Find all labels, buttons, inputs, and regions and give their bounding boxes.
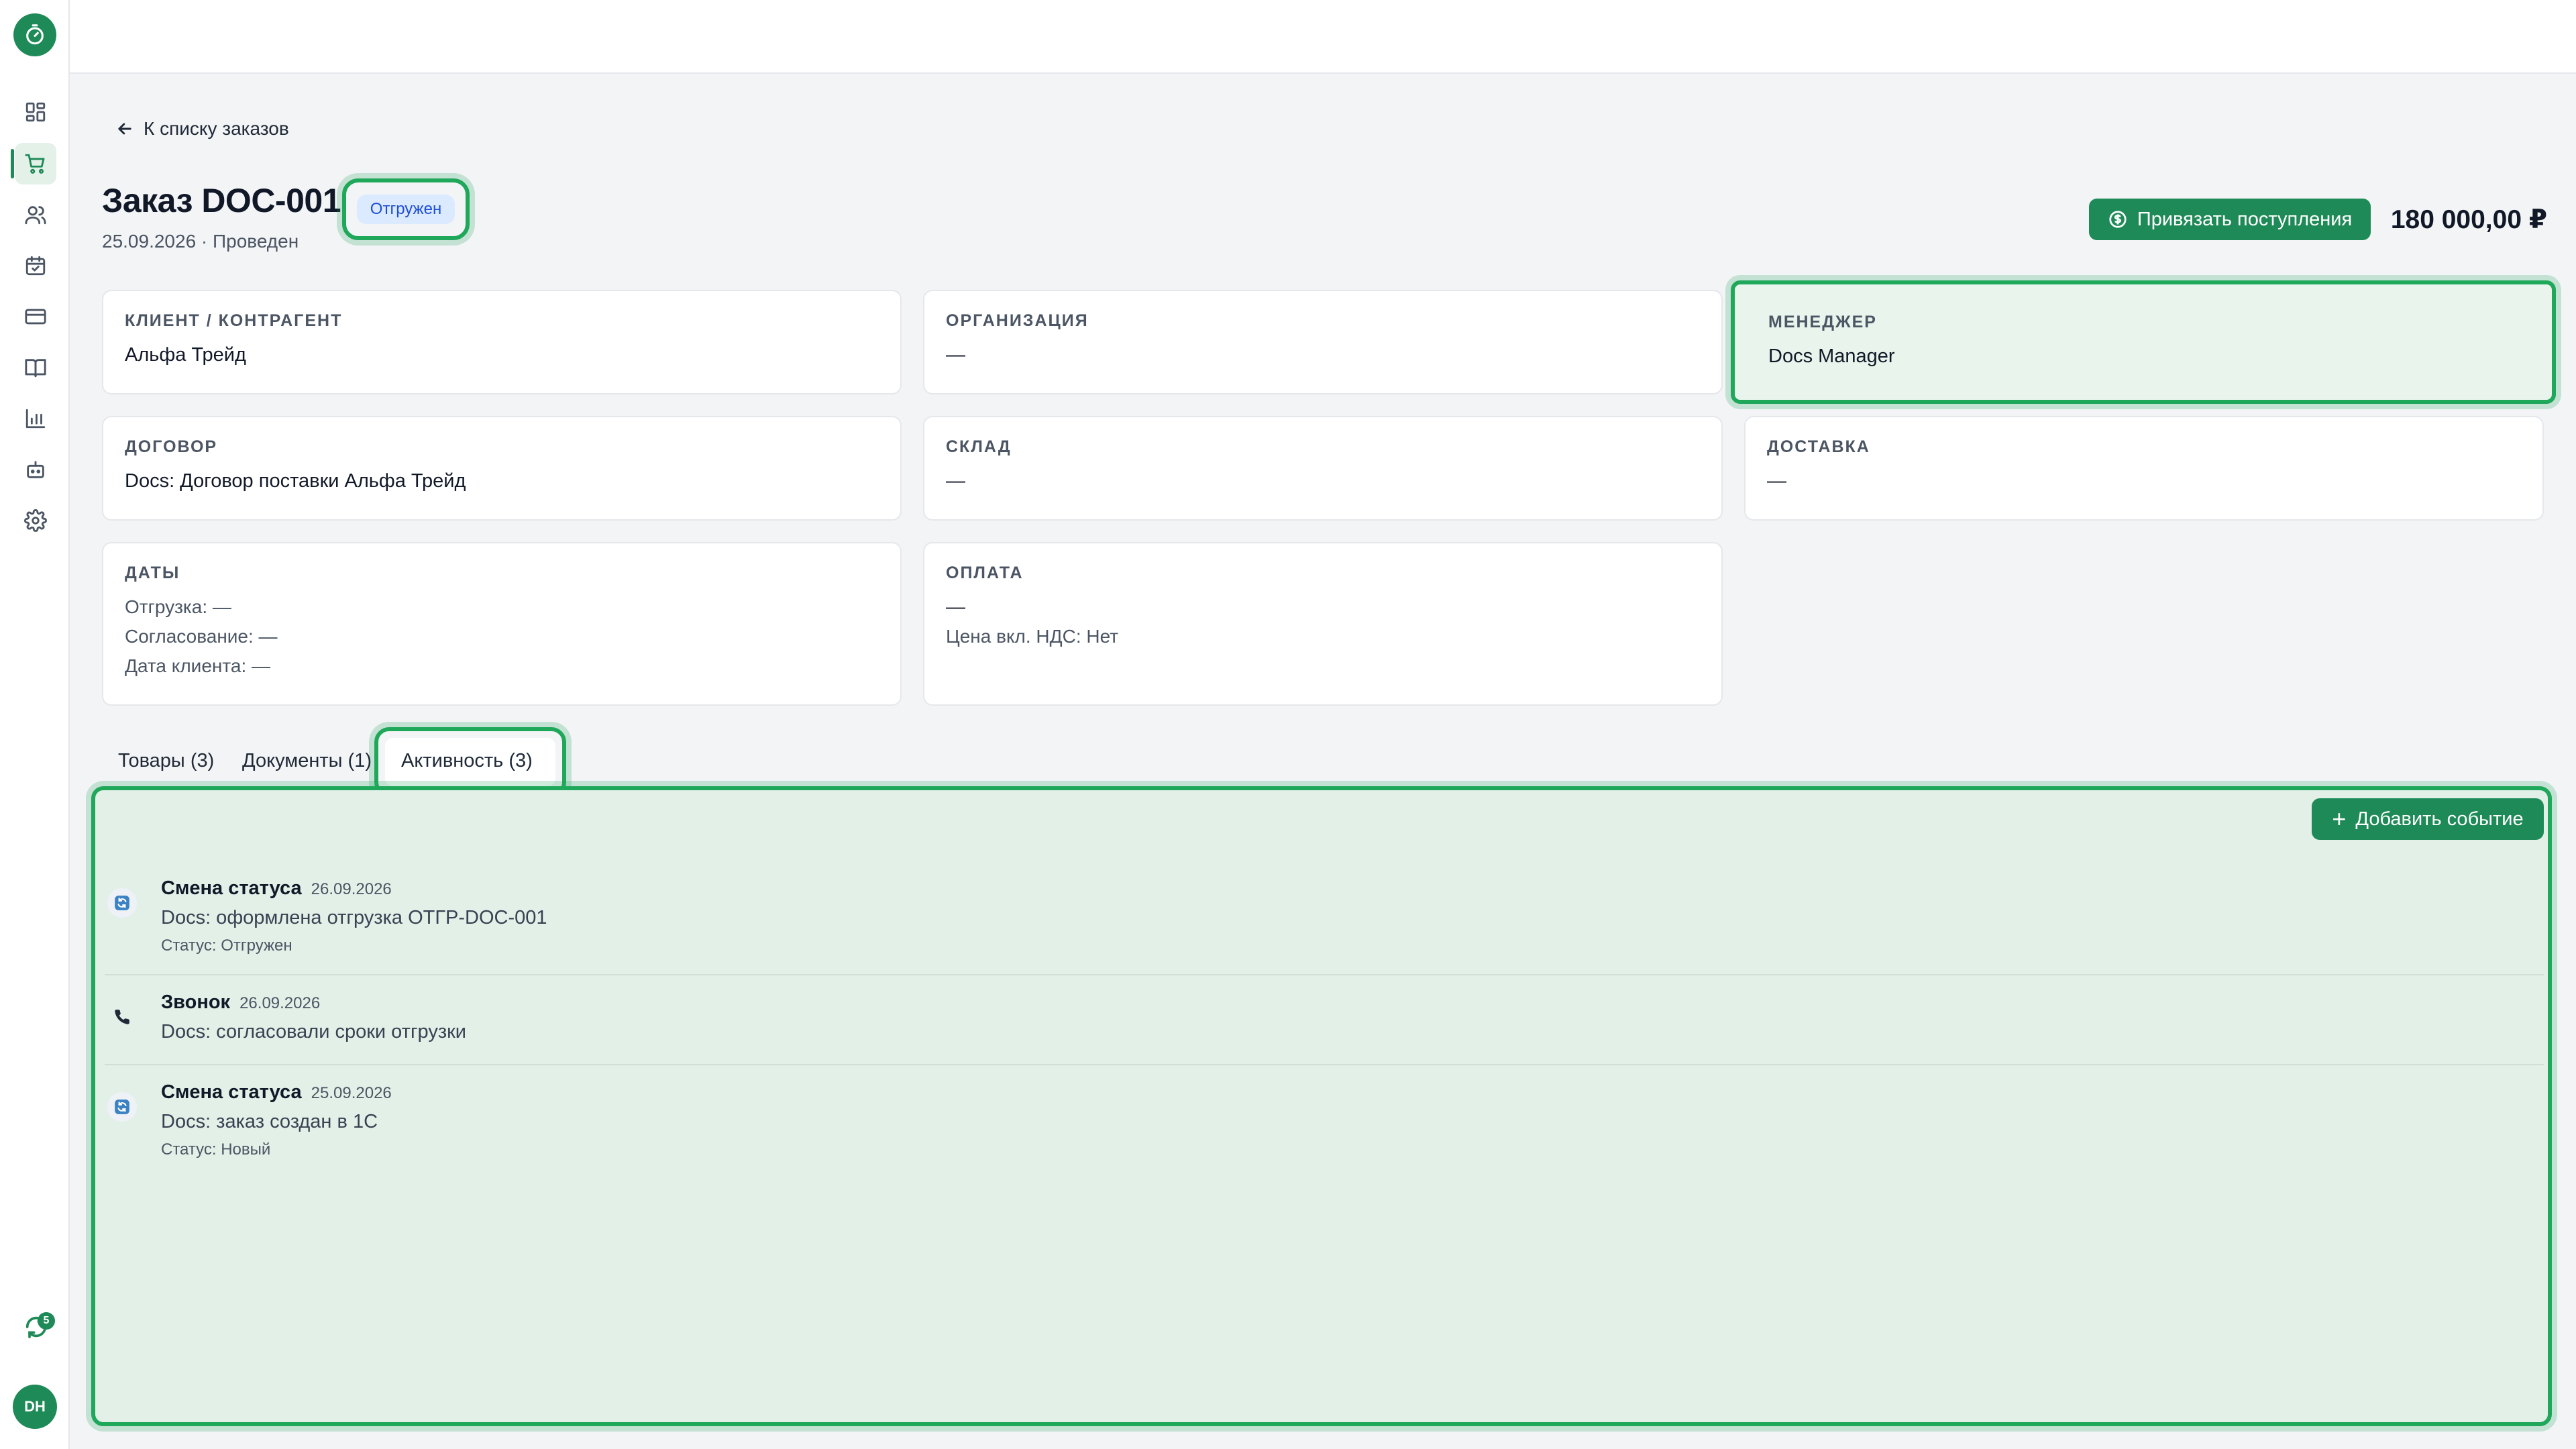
warehouse-card: Склад —	[923, 416, 1723, 521]
sidebar: 5 DH	[0, 0, 70, 1449]
status-badge-highlight[interactable]: Отгружен	[342, 178, 470, 240]
sync-badge: 5	[38, 1312, 55, 1330]
activity-status: Статус: Отгружен	[161, 936, 292, 955]
vat-info: Цена вкл. НДС: Нет	[946, 626, 1119, 647]
organization-card: Организация —	[923, 290, 1723, 394]
dates-card: Даты Отгрузка: — Согласование: — Дата кл…	[102, 542, 902, 706]
activity-status: Статус: Новый	[161, 1140, 271, 1159]
add-event-label: Добавить событие	[2355, 808, 2524, 830]
status-badge: Отгружен	[356, 195, 455, 224]
page-title: Заказ DOC-001	[102, 182, 341, 219]
activity-date: 25.09.2026	[311, 1084, 392, 1102]
card-label: Доставка	[1767, 437, 1870, 456]
activity-title: Смена статуса 25.09.2026	[161, 1081, 392, 1104]
gear-icon[interactable]	[15, 500, 56, 541]
back-to-orders-link[interactable]: К списку заказов	[115, 115, 289, 142]
book-icon[interactable]	[15, 347, 56, 388]
card-label: Склад	[946, 437, 1012, 456]
card-label: Клиент / контрагент	[125, 311, 343, 330]
activity-text: Docs: согласовали сроки отгрузки	[161, 1021, 467, 1042]
card-value: —	[946, 344, 965, 366]
link-receipts-button[interactable]: Привязать поступления	[2089, 199, 2371, 240]
card-label: Даты	[125, 564, 180, 582]
activity-item: Звонок 26.09.2026 Docs: согласовали сроки…	[105, 986, 2546, 1053]
activity-item: Смена статуса 26.09.2026 Docs: оформлена …	[105, 872, 2546, 963]
activity-title: Смена статуса 26.09.2026	[161, 877, 392, 900]
activity-type: Смена статуса	[161, 877, 302, 899]
manager-card[interactable]: Менеджер Docs Manager	[1731, 280, 2556, 404]
activity-text: Docs: оформлена отгрузка ОТГР-DOC-001	[161, 907, 547, 928]
card-label: Организация	[946, 311, 1089, 330]
card-value: —	[946, 596, 965, 618]
bot-icon[interactable]	[15, 449, 56, 490]
divider	[105, 1064, 2544, 1065]
phone-icon	[107, 1002, 137, 1032]
dollar-circle-icon	[2109, 211, 2127, 228]
activity-date: 26.09.2026	[239, 994, 321, 1012]
link-receipts-label: Привязать поступления	[2137, 208, 2353, 230]
delivery-card: Доставка —	[1744, 416, 2544, 521]
activity-date: 26.09.2026	[311, 880, 392, 898]
users-icon[interactable]	[15, 194, 56, 235]
card-value: Альфа Трейд	[125, 344, 246, 366]
divider	[105, 974, 2544, 975]
refresh-icon	[107, 888, 137, 918]
activity-type: Смена статуса	[161, 1081, 302, 1103]
payment-card: Оплата — Цена вкл. НДС: Нет	[923, 542, 1723, 706]
add-event-button[interactable]: + Добавить событие	[2312, 798, 2544, 840]
card-value: Docs: Договор поставки Альфа Трейд	[125, 470, 466, 492]
card-value: —	[1767, 470, 1786, 492]
refresh-icon	[107, 1092, 137, 1122]
plus-icon: +	[2332, 805, 2347, 833]
card-value: Docs Manager	[1768, 345, 1895, 367]
client-date: Дата клиента: —	[125, 655, 270, 676]
activity-type: Звонок	[161, 991, 231, 1013]
card-label: Договор	[125, 437, 218, 456]
nav-active-indicator	[11, 149, 14, 178]
activity-title: Звонок 26.09.2026	[161, 991, 320, 1014]
dashboard-icon[interactable]	[15, 91, 56, 133]
shipment-date: Отгрузка: —	[125, 596, 231, 617]
tab-activity[interactable]: Активность (3)	[401, 743, 533, 778]
calendar-check-icon[interactable]	[15, 245, 56, 286]
arrow-left-icon	[118, 123, 131, 135]
tab-goods[interactable]: Товары (3)	[118, 743, 214, 778]
stopwatch-icon[interactable]	[13, 13, 56, 56]
back-link-label: К списку заказов	[144, 118, 289, 139]
topbar	[70, 0, 2576, 74]
approval-date: Согласование: —	[125, 626, 278, 647]
order-total: 180 000,00 ₽	[2390, 205, 2547, 234]
order-subtitle: 25.09.2026 · Проведен	[102, 231, 299, 252]
credit-card-icon[interactable]	[15, 296, 56, 337]
card-label: Менеджер	[1768, 313, 1877, 331]
activity-item: Смена статуса 25.09.2026 Docs: заказ созд…	[105, 1076, 2546, 1167]
client-card: Клиент / контрагент Альфа Трейд	[102, 290, 902, 394]
contract-card: Договор Docs: Договор поставки Альфа Тре…	[102, 416, 902, 521]
bar-chart-icon[interactable]	[15, 398, 56, 439]
cart-icon[interactable]	[15, 143, 56, 184]
tab-documents[interactable]: Документы (1)	[242, 743, 372, 778]
avatar[interactable]: DH	[13, 1385, 57, 1429]
card-value: —	[946, 470, 965, 492]
activity-text: Docs: заказ создан в 1С	[161, 1111, 378, 1132]
card-label: Оплата	[946, 564, 1024, 582]
